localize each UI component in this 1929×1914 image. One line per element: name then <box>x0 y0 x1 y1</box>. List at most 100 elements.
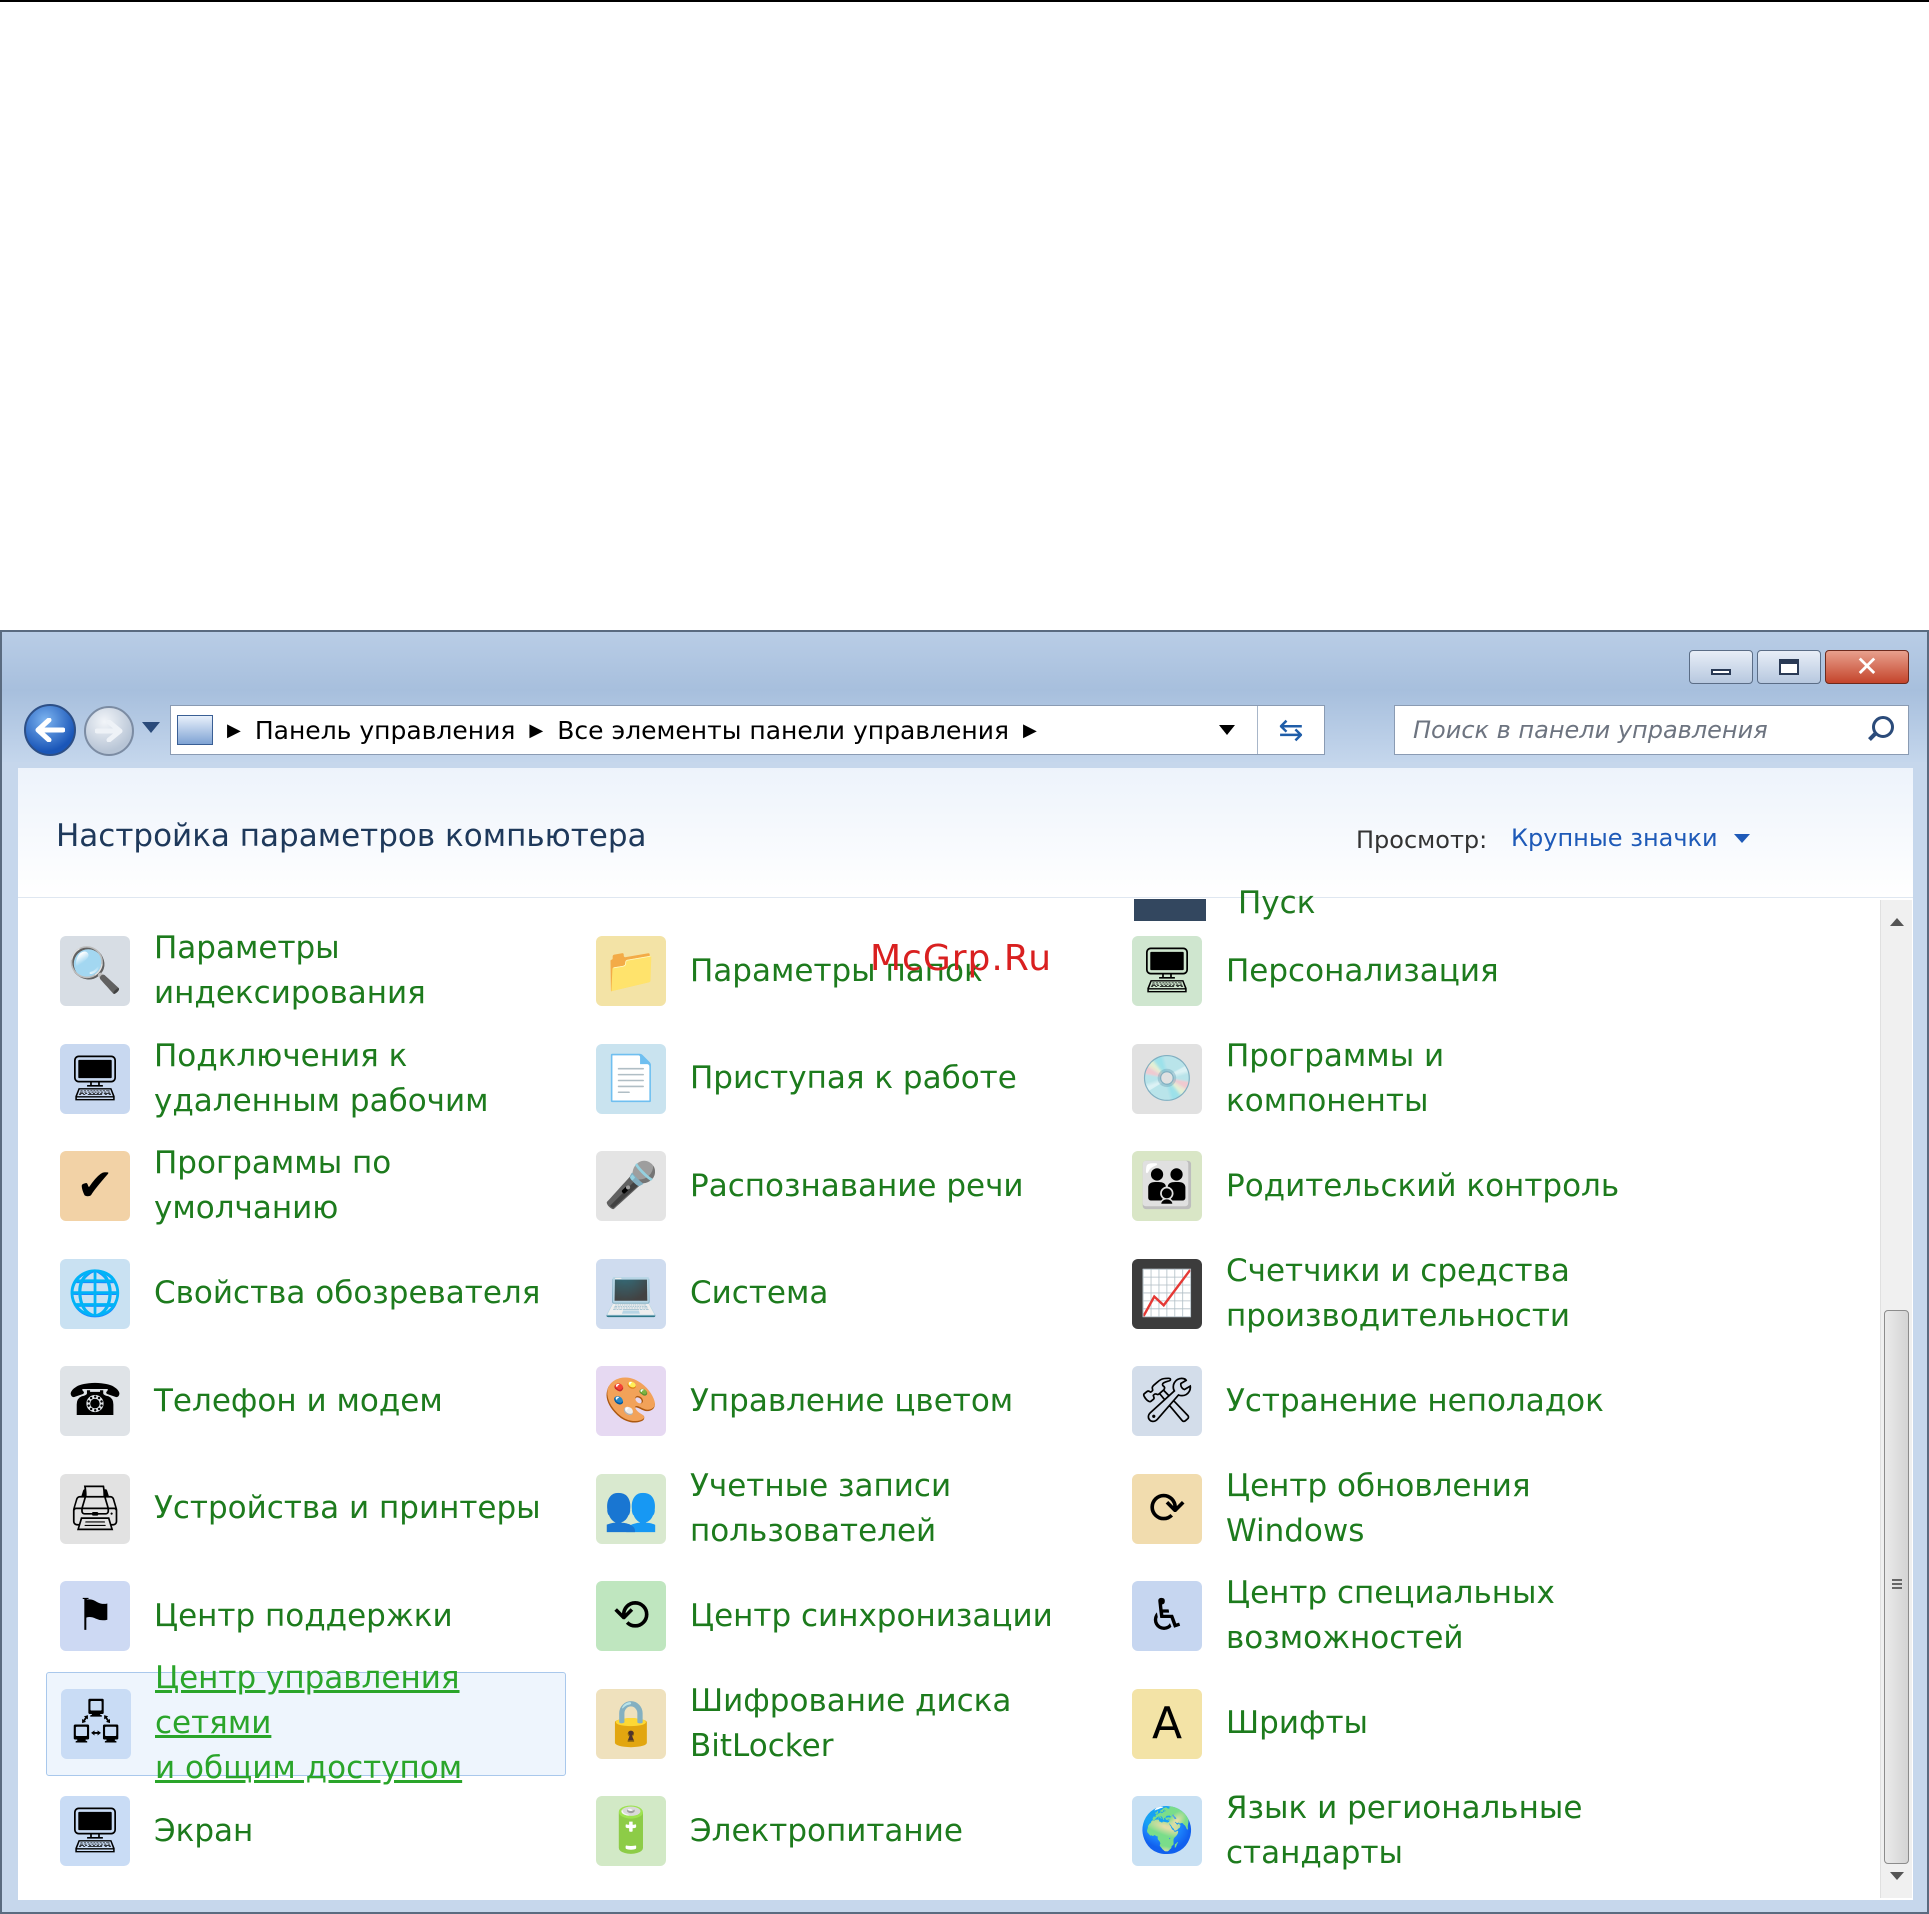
control-panel-item[interactable]: ⟲ Центр синхронизации <box>582 1564 1102 1668</box>
window-controls: ✕ <box>1689 650 1909 684</box>
recent-pages-dropdown[interactable] <box>142 722 160 733</box>
minimize-icon <box>1711 669 1731 675</box>
breadcrumb-all-items[interactable]: Все элементы панели управления <box>557 716 1009 745</box>
item-label[interactable]: Подключения к удаленным рабочим <box>154 1034 489 1124</box>
phone-modem-icon: ☎ <box>60 1366 130 1436</box>
item-label[interactable]: Центр поддержки <box>154 1594 453 1639</box>
search-box[interactable] <box>1394 705 1909 755</box>
back-button[interactable] <box>24 704 76 756</box>
control-panel-item[interactable]: 🖥 Экран <box>46 1779 566 1883</box>
system-icon: 💻 <box>596 1258 666 1329</box>
address-bar[interactable]: ▶ Панель управления ▶ Все элементы панел… <box>170 705 1325 755</box>
item-label[interactable]: Свойства обозревателя <box>154 1271 540 1316</box>
windows-update-icon: ⟳ <box>1132 1473 1202 1544</box>
control-panel-item[interactable]: ⚑ Центр поддержки <box>46 1564 566 1668</box>
control-panel-item[interactable]: 🖧 Центр управления сетями и общим доступо… <box>46 1660 566 1786</box>
control-panel-item[interactable]: ♿ Центр специальных возможностей <box>1118 1564 1638 1668</box>
view-mode-dropdown[interactable]: Крупные значки <box>1511 824 1750 852</box>
vertical-scrollbar[interactable] <box>1880 900 1912 1898</box>
item-label[interactable]: Центр управления сетями и общим доступом <box>155 1656 565 1791</box>
chevron-right-icon[interactable]: ▶ <box>1023 720 1037 741</box>
item-label[interactable]: Персонализация <box>1226 949 1499 994</box>
item-label[interactable]: Счетчики и средства производительности <box>1226 1249 1570 1339</box>
parental-control-icon: 👪 <box>1132 1151 1202 1221</box>
item-label[interactable]: Распознавание речи <box>690 1164 1024 1209</box>
control-panel-item[interactable]: 🛠 Устранение неполадок <box>1118 1349 1638 1453</box>
view-mode-value[interactable]: Крупные значки <box>1511 824 1718 852</box>
item-label[interactable]: Устройства и принтеры <box>154 1486 541 1531</box>
microphone-icon: 🎤 <box>596 1151 666 1221</box>
item-label[interactable]: Язык и региональные стандарты <box>1226 1786 1582 1876</box>
control-panel-item[interactable]: 👥 Учетные записи пользователей <box>582 1457 1102 1561</box>
item-label[interactable]: Учетные записи пользователей <box>690 1464 951 1554</box>
scroll-up-arrow[interactable] <box>1890 918 1904 926</box>
devices-printers-icon: 🖨 <box>60 1473 130 1544</box>
maximize-button[interactable] <box>1757 650 1821 684</box>
minimize-button[interactable] <box>1689 650 1753 684</box>
control-panel-item[interactable]: ⟳ Центр обновления Windows <box>1118 1457 1638 1561</box>
bitlocker-icon: 🔒 <box>596 1688 666 1759</box>
partial-item-label[interactable]: Пуск <box>1238 885 1315 921</box>
control-panel-window: ✕ ▶ Панель управления ▶ Все элементы пан… <box>0 630 1929 1914</box>
taskbar-start-icon[interactable] <box>1134 899 1206 921</box>
control-panel-item[interactable]: ✔ Программы по умолчанию <box>46 1134 566 1238</box>
item-label[interactable]: Шифрование диска BitLocker <box>690 1679 1011 1769</box>
address-dropdown-icon[interactable] <box>1219 725 1235 735</box>
item-label[interactable]: Устранение неполадок <box>1226 1379 1604 1424</box>
folder-options-icon: 📁 <box>596 936 666 1006</box>
caret-down-icon[interactable] <box>1733 833 1750 843</box>
control-panel-item[interactable]: 🎤 Распознавание речи <box>582 1134 1102 1238</box>
items-grid: Пуск 🔍 Параметры индексирования 📁 Параметры… <box>18 885 1868 1899</box>
control-panel-item[interactable]: 📈 Счетчики и средства производительности <box>1118 1242 1638 1346</box>
control-panel-item[interactable]: 🌐 Свойства обозревателя <box>46 1242 566 1346</box>
close-button[interactable]: ✕ <box>1825 650 1909 684</box>
control-panel-item[interactable]: 🔍 Параметры индексирования <box>46 919 566 1023</box>
item-label[interactable]: Управление цветом <box>690 1379 1013 1424</box>
control-panel-item[interactable]: 👪 Родительский контроль <box>1118 1134 1638 1238</box>
scroll-down-arrow[interactable] <box>1890 1872 1904 1880</box>
item-label[interactable]: Параметры индексирования <box>154 926 426 1016</box>
item-label[interactable]: Программы по умолчанию <box>154 1141 391 1231</box>
item-label[interactable]: Центр обновления Windows <box>1226 1464 1531 1554</box>
power-options-icon: 🔋 <box>596 1796 666 1866</box>
control-panel-item[interactable]: 🔋 Электропитание <box>582 1779 1102 1883</box>
item-label[interactable]: Телефон и модем <box>154 1379 443 1424</box>
control-panel-item[interactable]: 💿 Программы и компоненты <box>1118 1027 1638 1131</box>
control-panel-item[interactable]: ☎ Телефон и модем <box>46 1349 566 1453</box>
chevron-right-icon[interactable]: ▶ <box>529 720 543 741</box>
scroll-thumb[interactable] <box>1884 1310 1909 1864</box>
item-label[interactable]: Шрифты <box>1226 1701 1368 1746</box>
control-panel-item[interactable]: 🔒 Шифрование диска BitLocker <box>582 1672 1102 1776</box>
item-label[interactable]: Родительский контроль <box>1226 1164 1619 1209</box>
item-label[interactable]: Система <box>690 1271 828 1316</box>
control-panel-item[interactable]: 🖨 Устройства и принтеры <box>46 1457 566 1561</box>
chevron-right-icon[interactable]: ▶ <box>227 720 241 741</box>
getting-started-icon: 📄 <box>596 1043 666 1114</box>
item-label[interactable]: Экран <box>154 1809 253 1854</box>
control-panel-item[interactable]: 🎨 Управление цветом <box>582 1349 1102 1453</box>
arrow-left-icon <box>35 718 65 742</box>
item-label[interactable]: Программы и компоненты <box>1226 1034 1444 1124</box>
forward-button[interactable] <box>84 706 134 756</box>
color-management-icon: 🎨 <box>596 1366 666 1436</box>
item-label[interactable]: Центр специальных возможностей <box>1226 1571 1555 1661</box>
control-panel-item[interactable]: 🌍 Язык и региональные стандарты <box>1118 1779 1638 1883</box>
search-icon[interactable] <box>1866 716 1894 744</box>
breadcrumb-control-panel[interactable]: Панель управления <box>255 716 516 745</box>
control-panel-item[interactable]: 🖥 Персонализация <box>1118 919 1638 1023</box>
network-sharing-icon: 🖧 <box>61 1688 131 1759</box>
content-header: Настройка параметров компьютера Просмотр… <box>18 768 1913 898</box>
item-label[interactable]: Центр синхронизации <box>690 1594 1053 1639</box>
fonts-folder-icon: A <box>1132 1688 1202 1759</box>
watermark: McGrp.Ru <box>870 938 1053 979</box>
performance-icon: 📈 <box>1132 1258 1202 1329</box>
control-panel-item[interactable]: 💻 Система <box>582 1242 1102 1346</box>
control-panel-item[interactable]: 📄 Приступая к работе <box>582 1027 1102 1131</box>
close-icon: ✕ <box>1855 650 1879 683</box>
control-panel-item[interactable]: A Шрифты <box>1118 1672 1638 1776</box>
search-input[interactable] <box>1411 715 1835 745</box>
item-label[interactable]: Электропитание <box>690 1809 963 1854</box>
refresh-button[interactable]: ⇆ <box>1257 706 1324 754</box>
control-panel-item[interactable]: 🖥 Подключения к удаленным рабочим <box>46 1027 566 1131</box>
item-label[interactable]: Приступая к работе <box>690 1056 1017 1101</box>
